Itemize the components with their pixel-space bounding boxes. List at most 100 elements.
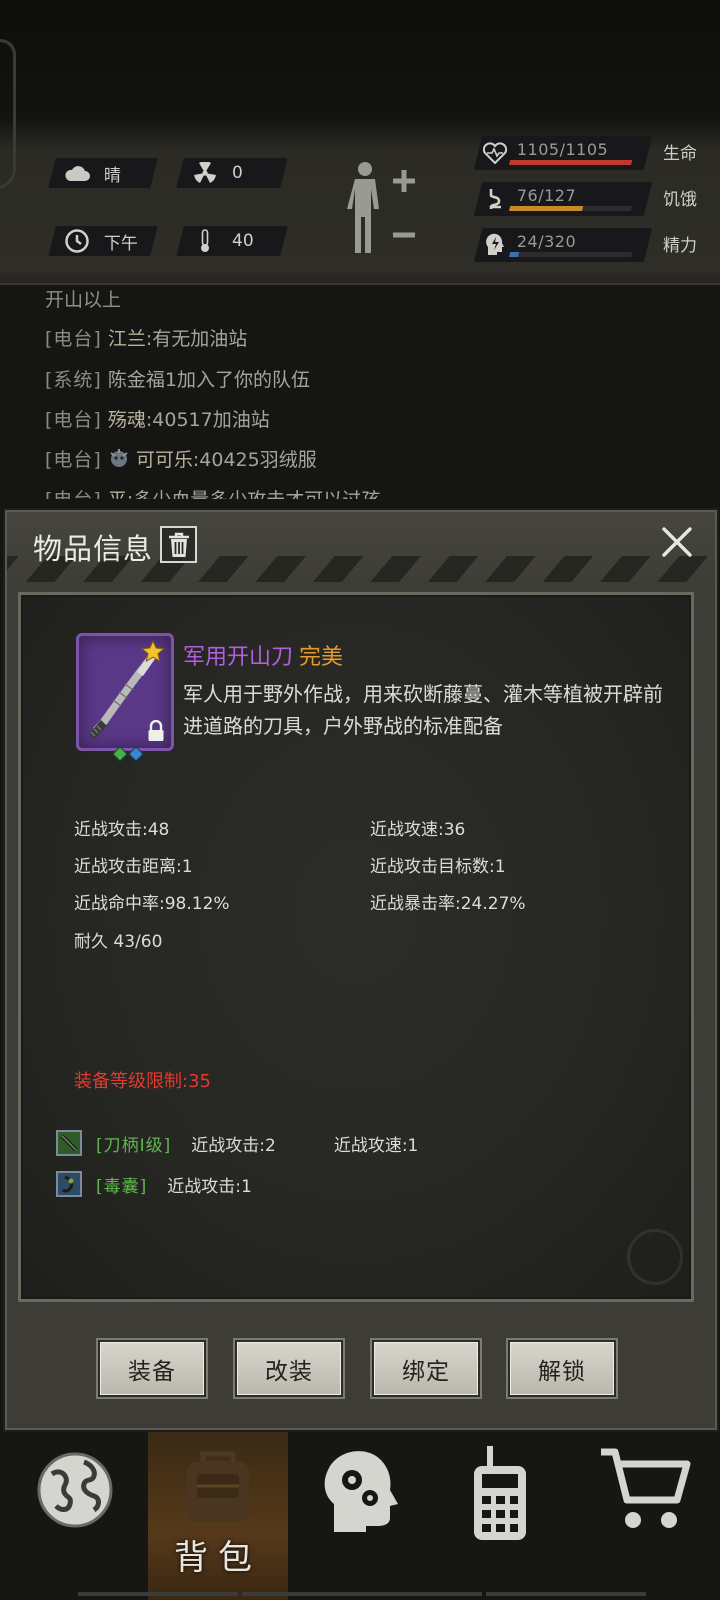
chat-line: [电台] 江兰:有无加油站 — [45, 324, 247, 351]
nav-backpack-label: 背包 — [174, 1538, 262, 1578]
radio-icon — [474, 1446, 526, 1540]
attr-melee-attack: 近战攻击:48 — [74, 820, 170, 840]
clock-icon — [64, 229, 90, 253]
chat-sender[interactable]: 可可乐 — [136, 449, 193, 471]
hunger-bar: 76/127 — [473, 182, 653, 216]
discard-button[interactable] — [160, 526, 197, 563]
chat-line: [电台] 可可乐:40425羽绒服 — [45, 445, 317, 472]
backpack-icon — [187, 1451, 249, 1522]
nav-indicator-track — [78, 1592, 238, 1596]
radiation-value: 0 — [232, 163, 243, 183]
mod-stat: 近战攻击:1 — [167, 1176, 252, 1197]
nav-skills[interactable] — [290, 1432, 430, 1600]
bottom-nav: 背包 — [0, 1432, 720, 1600]
energy-label: 精力 — [663, 236, 697, 256]
heart-icon — [482, 140, 508, 166]
radiation-indicator: 0 — [176, 158, 288, 188]
attr-durability: 耐久 43/60 — [74, 932, 163, 952]
chat-text: 开山以上 — [45, 289, 122, 311]
star-icon — [141, 640, 165, 663]
hud-frame-edge — [0, 36, 16, 194]
level-requirement: 装备等级限制:35 — [74, 1071, 211, 1092]
chat-channel: [系统] — [45, 369, 102, 391]
nav-shop[interactable] — [575, 1432, 715, 1600]
mod-row[interactable]: [刀柄I级] 近战攻击:2 近战攻速:1 — [56, 1128, 476, 1158]
attr-melee-hit-rate: 近战命中率:98.12% — [74, 894, 230, 914]
item-quality: 完美 — [299, 645, 344, 670]
attr-melee-crit-rate: 近战暴击率:24.27% — [370, 894, 526, 914]
chat-message: :40517加油站 — [145, 409, 270, 431]
energy-fill — [509, 252, 520, 257]
chat-sender[interactable]: 江兰 — [108, 328, 146, 350]
socket-gems-icon — [112, 746, 144, 762]
dialog-header: 物品信息 — [7, 512, 715, 582]
attr-melee-targets: 近战攻击目标数:1 — [370, 857, 506, 877]
body-status-icon[interactable] — [345, 157, 417, 257]
stomach-icon — [482, 186, 508, 212]
time-label: 下午 — [104, 233, 138, 254]
temperature-indicator: 40 — [176, 226, 288, 256]
time-indicator: 下午 — [48, 226, 158, 256]
item-description: 军人用于野外作战，用来砍断藤蔓、灌木等植被开辟前进道路的刀具，户外野战的标准配备 — [183, 682, 663, 738]
item-name-text: 军用开山刀 — [183, 645, 294, 670]
modify-button[interactable]: 改装 — [235, 1340, 343, 1397]
hunger-label: 饥饿 — [663, 190, 697, 210]
head-energy-icon — [482, 232, 508, 258]
item-detail-panel: 军用开山刀 完美 军人用于野外作战，用来砍断藤蔓、灌木等植被开辟前进道路的刀具，户… — [18, 592, 694, 1302]
weather-indicator: 晴 — [48, 158, 158, 188]
chat-sender[interactable]: 平 — [108, 489, 127, 499]
weather-label: 晴 — [104, 165, 121, 186]
hilt-mod-icon — [56, 1130, 82, 1156]
radiation-watermark-icon — [627, 1229, 683, 1285]
nav-world-map[interactable] — [5, 1432, 145, 1600]
globe-icon — [37, 1452, 113, 1528]
poison-sac-mod-icon — [56, 1171, 82, 1197]
chat-line-partial: 开山以上 — [45, 285, 121, 312]
radiation-icon — [192, 162, 218, 184]
health-value: 1105/1105 — [516, 140, 609, 159]
health-fill — [509, 160, 633, 165]
chat-sender[interactable]: 殇魂 — [108, 409, 146, 431]
attr-melee-range: 近战攻击距离:1 — [74, 857, 193, 877]
equip-button[interactable]: 装备 — [98, 1340, 206, 1397]
chat-line: [系统] 陈金福1加入了你的队伍 — [45, 365, 310, 392]
chat-channel: [电台] — [45, 409, 102, 431]
item-name: 军用开山刀 完美 — [183, 639, 343, 671]
lock-icon — [148, 720, 164, 741]
chat-message: :多少血量多少攻击才可以过孩 — [127, 489, 380, 499]
chat-channel: [电台] — [45, 489, 102, 499]
head-gears-icon — [324, 1451, 398, 1532]
cart-icon — [601, 1448, 691, 1528]
nav-backpack[interactable]: 背包 — [148, 1432, 288, 1600]
mod-stat: 近战攻速:1 — [333, 1135, 419, 1156]
thermometer-icon — [192, 229, 218, 252]
status-hud: 晴 0 下午 40 1105/1105 生命 76/127 饥饿 24/320 … — [0, 0, 720, 285]
dialog-title: 物品信息 — [33, 532, 154, 566]
cloud-icon — [64, 162, 90, 184]
chat-channel: [电台] — [45, 328, 102, 350]
mod-name: [刀柄I级] — [96, 1135, 172, 1156]
player-avatar-icon[interactable] — [108, 448, 130, 470]
chat-line: [电台] 殇魂:40517加油站 — [45, 405, 270, 432]
nav-indicator-track — [242, 1592, 482, 1596]
close-icon[interactable] — [659, 524, 695, 560]
hunger-fill — [509, 206, 584, 211]
energy-bar: 24/320 — [473, 228, 653, 262]
health-label: 生命 — [663, 144, 697, 164]
temperature-value: 40 — [232, 231, 254, 251]
trash-icon — [168, 532, 189, 557]
mod-row[interactable]: [毒囊] 近战攻击:1 — [56, 1169, 310, 1199]
attr-melee-speed: 近战攻速:36 — [370, 820, 466, 840]
energy-value: 24/320 — [516, 232, 577, 251]
bind-button[interactable]: 绑定 — [372, 1340, 480, 1397]
unlock-button[interactable]: 解锁 — [508, 1340, 616, 1397]
chat-message: :有无加油站 — [145, 328, 248, 350]
nav-indicator-track — [486, 1592, 646, 1596]
item-info-dialog: 物品信息 军用开山刀 完美 军人用于野外作战，用来砍断藤蔓、灌木等植被开辟前进道… — [5, 510, 717, 1430]
hunger-value: 76/127 — [516, 186, 577, 205]
nav-radio[interactable] — [430, 1432, 570, 1600]
mod-name: [毒囊] — [96, 1176, 148, 1197]
item-icon[interactable] — [76, 633, 174, 762]
health-bar: 1105/1105 — [473, 136, 653, 170]
chat-line-clipped: [电台] 平:多少血量多少攻击才可以过孩 — [45, 485, 380, 499]
